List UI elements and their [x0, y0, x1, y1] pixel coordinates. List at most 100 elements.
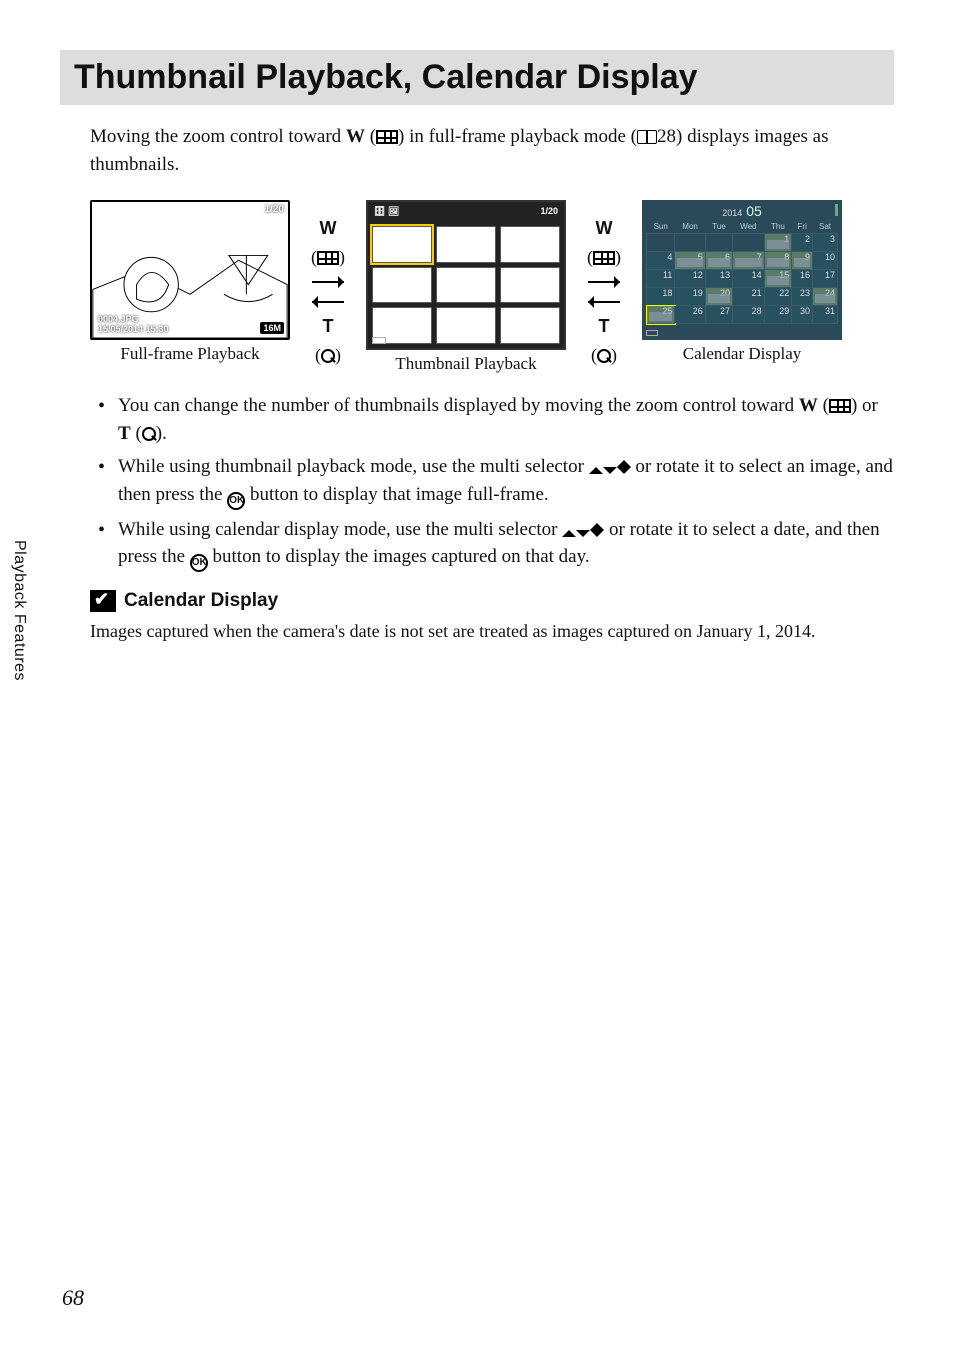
cal-cell: 21: [733, 288, 765, 306]
cal-cell: 8: [764, 252, 792, 270]
arrow-left-icon: [304, 296, 352, 308]
cal-cell: 29: [764, 306, 792, 324]
cal-cell: [733, 234, 765, 252]
note-title: Calendar Display: [124, 590, 278, 612]
thumb-cell: [436, 307, 496, 344]
protect-icon: 🗄 🖼: [374, 206, 399, 222]
cal-cell: 15: [764, 270, 792, 288]
bullet-3: While using calendar display mode, use t…: [90, 516, 894, 573]
thumb-header: 🗄 🖼1/20: [372, 206, 560, 222]
paren-thumb-1: (): [311, 247, 345, 268]
cal-month: 05: [746, 203, 762, 219]
battery-icon: [646, 330, 658, 336]
cal-year: 2014: [722, 208, 742, 218]
book-icon: [637, 130, 657, 144]
note-body: Images captured when the camera's date i…: [90, 618, 894, 644]
cal-cell: 11: [647, 270, 675, 288]
cal-cell: 27: [705, 306, 732, 324]
bullet-list: You can change the number of thumbnails …: [90, 392, 894, 572]
diagram-row: 1/20 0004.JPG 15/05/2014 15:30 16M Full-…: [90, 200, 894, 374]
thumbnail-screen: 🗄 🖼1/20: [366, 200, 566, 350]
arrow-left-icon: [580, 296, 628, 308]
fig-thumbnail: 🗄 🖼1/20 Thumbnail Playback: [366, 200, 566, 374]
cal-cell: 1: [764, 234, 792, 252]
thumb-cell: [436, 226, 496, 263]
b3a: While using calendar display mode, use t…: [118, 519, 562, 540]
cal-day-header: Sun: [647, 221, 675, 234]
cal-cell: 13: [705, 270, 732, 288]
thumb-cell: [500, 226, 560, 263]
w-label-t1: W: [320, 218, 337, 238]
ok-icon: OK: [227, 492, 245, 510]
cal-cell: [705, 234, 732, 252]
thumb-cell: [500, 267, 560, 304]
thumb-cell: [436, 267, 496, 304]
cal-cell: 7: [733, 252, 765, 270]
thumb-cell: [500, 307, 560, 344]
b1end: (: [131, 423, 142, 444]
b1w: W: [799, 395, 818, 416]
cal-cell: 28: [733, 306, 765, 324]
cal-cell: 17: [813, 270, 838, 288]
page-number: 68: [62, 1285, 84, 1311]
thumb-cell: [372, 267, 432, 304]
cal-cell: 3: [813, 234, 838, 252]
cal-day-header: Wed: [733, 221, 765, 234]
arrow-up-icon: [562, 530, 576, 537]
arrow-right-icon: [304, 276, 352, 288]
b1or: ) or: [851, 395, 878, 416]
cal-cell: 16: [792, 270, 813, 288]
cal-cell: 24: [813, 288, 838, 306]
thumbnail-icon: [593, 251, 615, 265]
thumb-cell: [372, 226, 432, 263]
calendar-screen: 201405 SunMonTueWedThuFriSat 12345678910…: [642, 200, 842, 340]
thumbnail-icon: [376, 130, 398, 144]
cal-cell: 19: [675, 288, 705, 306]
transition-1: W () T (): [300, 200, 356, 366]
cal-cell: 9: [792, 252, 813, 270]
magnify-icon: [321, 349, 335, 363]
paren-thumb-2: (): [587, 247, 621, 268]
cal-cell: 14: [733, 270, 765, 288]
check-icon: [90, 590, 116, 612]
cal-cell: 2: [792, 234, 813, 252]
thumbnail-icon: [829, 399, 851, 413]
arrow-right-icon: [580, 276, 628, 288]
badge-16m: 16M: [260, 322, 284, 334]
cal-cell: 30: [792, 306, 813, 324]
cal-day-header: Tue: [705, 221, 732, 234]
calendar-table: SunMonTueWedThuFriSat 123456789101112131…: [646, 221, 838, 324]
fig-calendar: 201405 SunMonTueWedThuFriSat 12345678910…: [642, 200, 842, 364]
thumbnail-icon: [317, 251, 339, 265]
w-label-t2: W: [596, 218, 613, 238]
arrow-down-icon: [603, 467, 617, 474]
arrow-right-icon: [624, 460, 631, 474]
ok-icon: OK: [190, 554, 208, 572]
cal-day-header: Thu: [764, 221, 792, 234]
calendar-month: 2014 05: [646, 204, 838, 219]
cal-cell: 20: [705, 288, 732, 306]
intro-b: (: [365, 126, 376, 147]
file-date: 15/05/2014 15:30: [98, 324, 169, 334]
b1t: T: [118, 423, 131, 444]
cal-cell: 26: [675, 306, 705, 324]
cal-cell: 4: [647, 252, 675, 270]
fig-fullframe: 1/20 0004.JPG 15/05/2014 15:30 16M Full-…: [90, 200, 290, 364]
cal-cell: 25: [647, 306, 675, 324]
b2a: While using thumbnail playback mode, use…: [118, 456, 589, 477]
arrow-down-icon: [576, 530, 590, 537]
cal-cell: [675, 234, 705, 252]
cal-cell: 23: [792, 288, 813, 306]
cal-cell: 12: [675, 270, 705, 288]
file-info: 0004.JPG 15/05/2014 15:30: [98, 314, 169, 334]
file-name: 0004.JPG: [98, 314, 169, 324]
note-head: Calendar Display: [90, 590, 894, 612]
bullet-2: While using thumbnail playback mode, use…: [90, 453, 894, 510]
paren-mag-1: (): [315, 345, 341, 366]
side-tab: Playback Features: [10, 540, 28, 681]
intro-text: Moving the zoom control toward W () in f…: [90, 123, 894, 178]
scroll-indicator: [835, 204, 838, 216]
label-calendar: Calendar Display: [683, 344, 802, 364]
title-bar: Thumbnail Playback, Calendar Display: [60, 50, 894, 105]
cal-cell: 6: [705, 252, 732, 270]
